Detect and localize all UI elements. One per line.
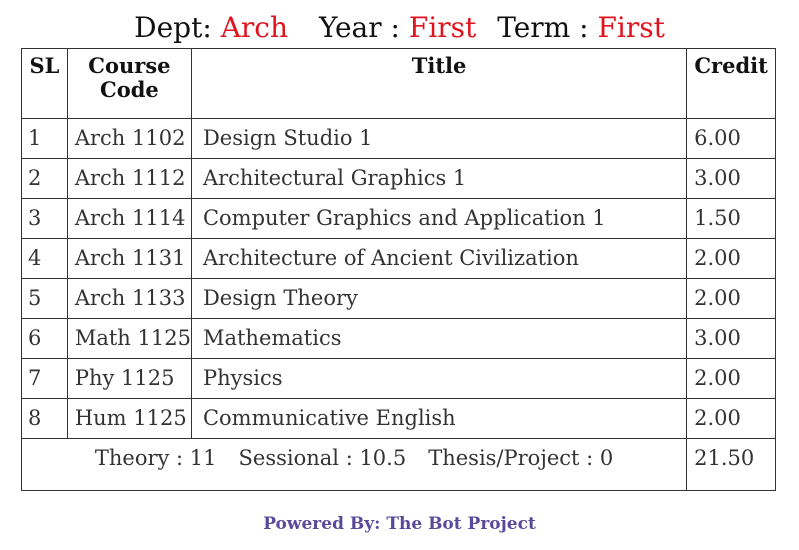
cell-sl: 7 [21, 358, 68, 399]
cell-sl: 3 [21, 198, 68, 239]
column-header-credit: Credit [686, 48, 776, 119]
table-row: 5 Arch 1133 Design Theory 2.00 [21, 278, 776, 319]
table-row: 6 Math 1125 Mathematics 3.00 [21, 318, 776, 359]
powered-by-footer: Powered By: The Bot Project [263, 514, 536, 534]
column-header-course-code: Course Code [66, 48, 192, 119]
summary-total-credit: 21.50 [686, 438, 776, 491]
summary-sessional: Sessional : 10.5 [238, 446, 407, 470]
cell-course-code: Arch 1102 [66, 118, 192, 159]
summary-breakdown: Theory : 11 Sessional : 10.5 Thesis/Projec… [20, 438, 688, 491]
page-header: Dept: Arch Year : First Term : First [0, 8, 799, 48]
course-table: SL Course Code Title Credit 1 Arch 1102 … [20, 48, 776, 491]
cell-title: Architecture of Ancient Civilization [190, 238, 688, 279]
column-header-sl: SL [21, 48, 68, 119]
cell-title: Mathematics [190, 318, 688, 359]
cell-credit: 2.00 [686, 278, 776, 319]
term-label: Term : [497, 11, 589, 44]
cell-credit: 2.00 [686, 398, 776, 439]
term-value: First [597, 11, 665, 44]
cell-credit: 2.00 [686, 238, 776, 279]
cell-sl: 5 [21, 278, 68, 319]
cell-course-code: Arch 1131 [66, 238, 192, 279]
column-header-title: Title [190, 48, 688, 119]
cell-course-code: Arch 1112 [66, 158, 192, 199]
table-row: 2 Arch 1112 Architectural Graphics 1 3.0… [21, 158, 776, 199]
table-row: 1 Arch 1102 Design Studio 1 6.00 [21, 118, 776, 159]
summary-row: Theory : 11 Sessional : 10.5 Thesis/Projec… [20, 438, 776, 491]
year-value: First [408, 11, 477, 44]
dept-value: Arch [220, 11, 289, 44]
cell-sl: 8 [21, 398, 68, 439]
table-row: 7 Phy 1125 Physics 2.00 [21, 358, 776, 399]
cell-sl: 2 [21, 158, 68, 199]
cell-credit: 1.50 [686, 198, 776, 239]
cell-credit: 3.00 [686, 158, 776, 199]
cell-course-code: Phy 1125 [66, 358, 192, 399]
cell-credit: 6.00 [686, 118, 776, 159]
table-row: 8 Hum 1125 Communicative English 2.00 [21, 398, 776, 439]
year-label: Year : [318, 11, 400, 44]
summary-thesis: Thesis/Project : 0 [428, 446, 614, 470]
cell-sl: 1 [21, 118, 68, 159]
cell-course-code: Hum 1125 [66, 398, 192, 439]
cell-title: Design Studio 1 [190, 118, 688, 159]
table-row: 4 Arch 1131 Architecture of Ancient Civi… [21, 238, 776, 279]
cell-credit: 2.00 [686, 358, 776, 399]
cell-credit: 3.00 [686, 318, 776, 359]
cell-title: Physics [190, 358, 688, 399]
summary-theory: Theory : 11 [94, 446, 217, 470]
cell-course-code: Arch 1133 [66, 278, 192, 319]
cell-course-code: Math 1125 [66, 318, 192, 359]
cell-title: Architectural Graphics 1 [190, 158, 688, 199]
cell-title: Computer Graphics and Application 1 [190, 198, 688, 239]
cell-title: Design Theory [190, 278, 688, 319]
dept-label: Dept: [134, 11, 212, 44]
table-header-row: SL Course Code Title Credit [21, 48, 776, 119]
table-row: 3 Arch 1114 Computer Graphics and Applic… [21, 198, 776, 239]
cell-title: Communicative English [190, 398, 688, 439]
cell-sl: 6 [21, 318, 68, 359]
cell-sl: 4 [21, 238, 68, 279]
cell-course-code: Arch 1114 [66, 198, 192, 239]
